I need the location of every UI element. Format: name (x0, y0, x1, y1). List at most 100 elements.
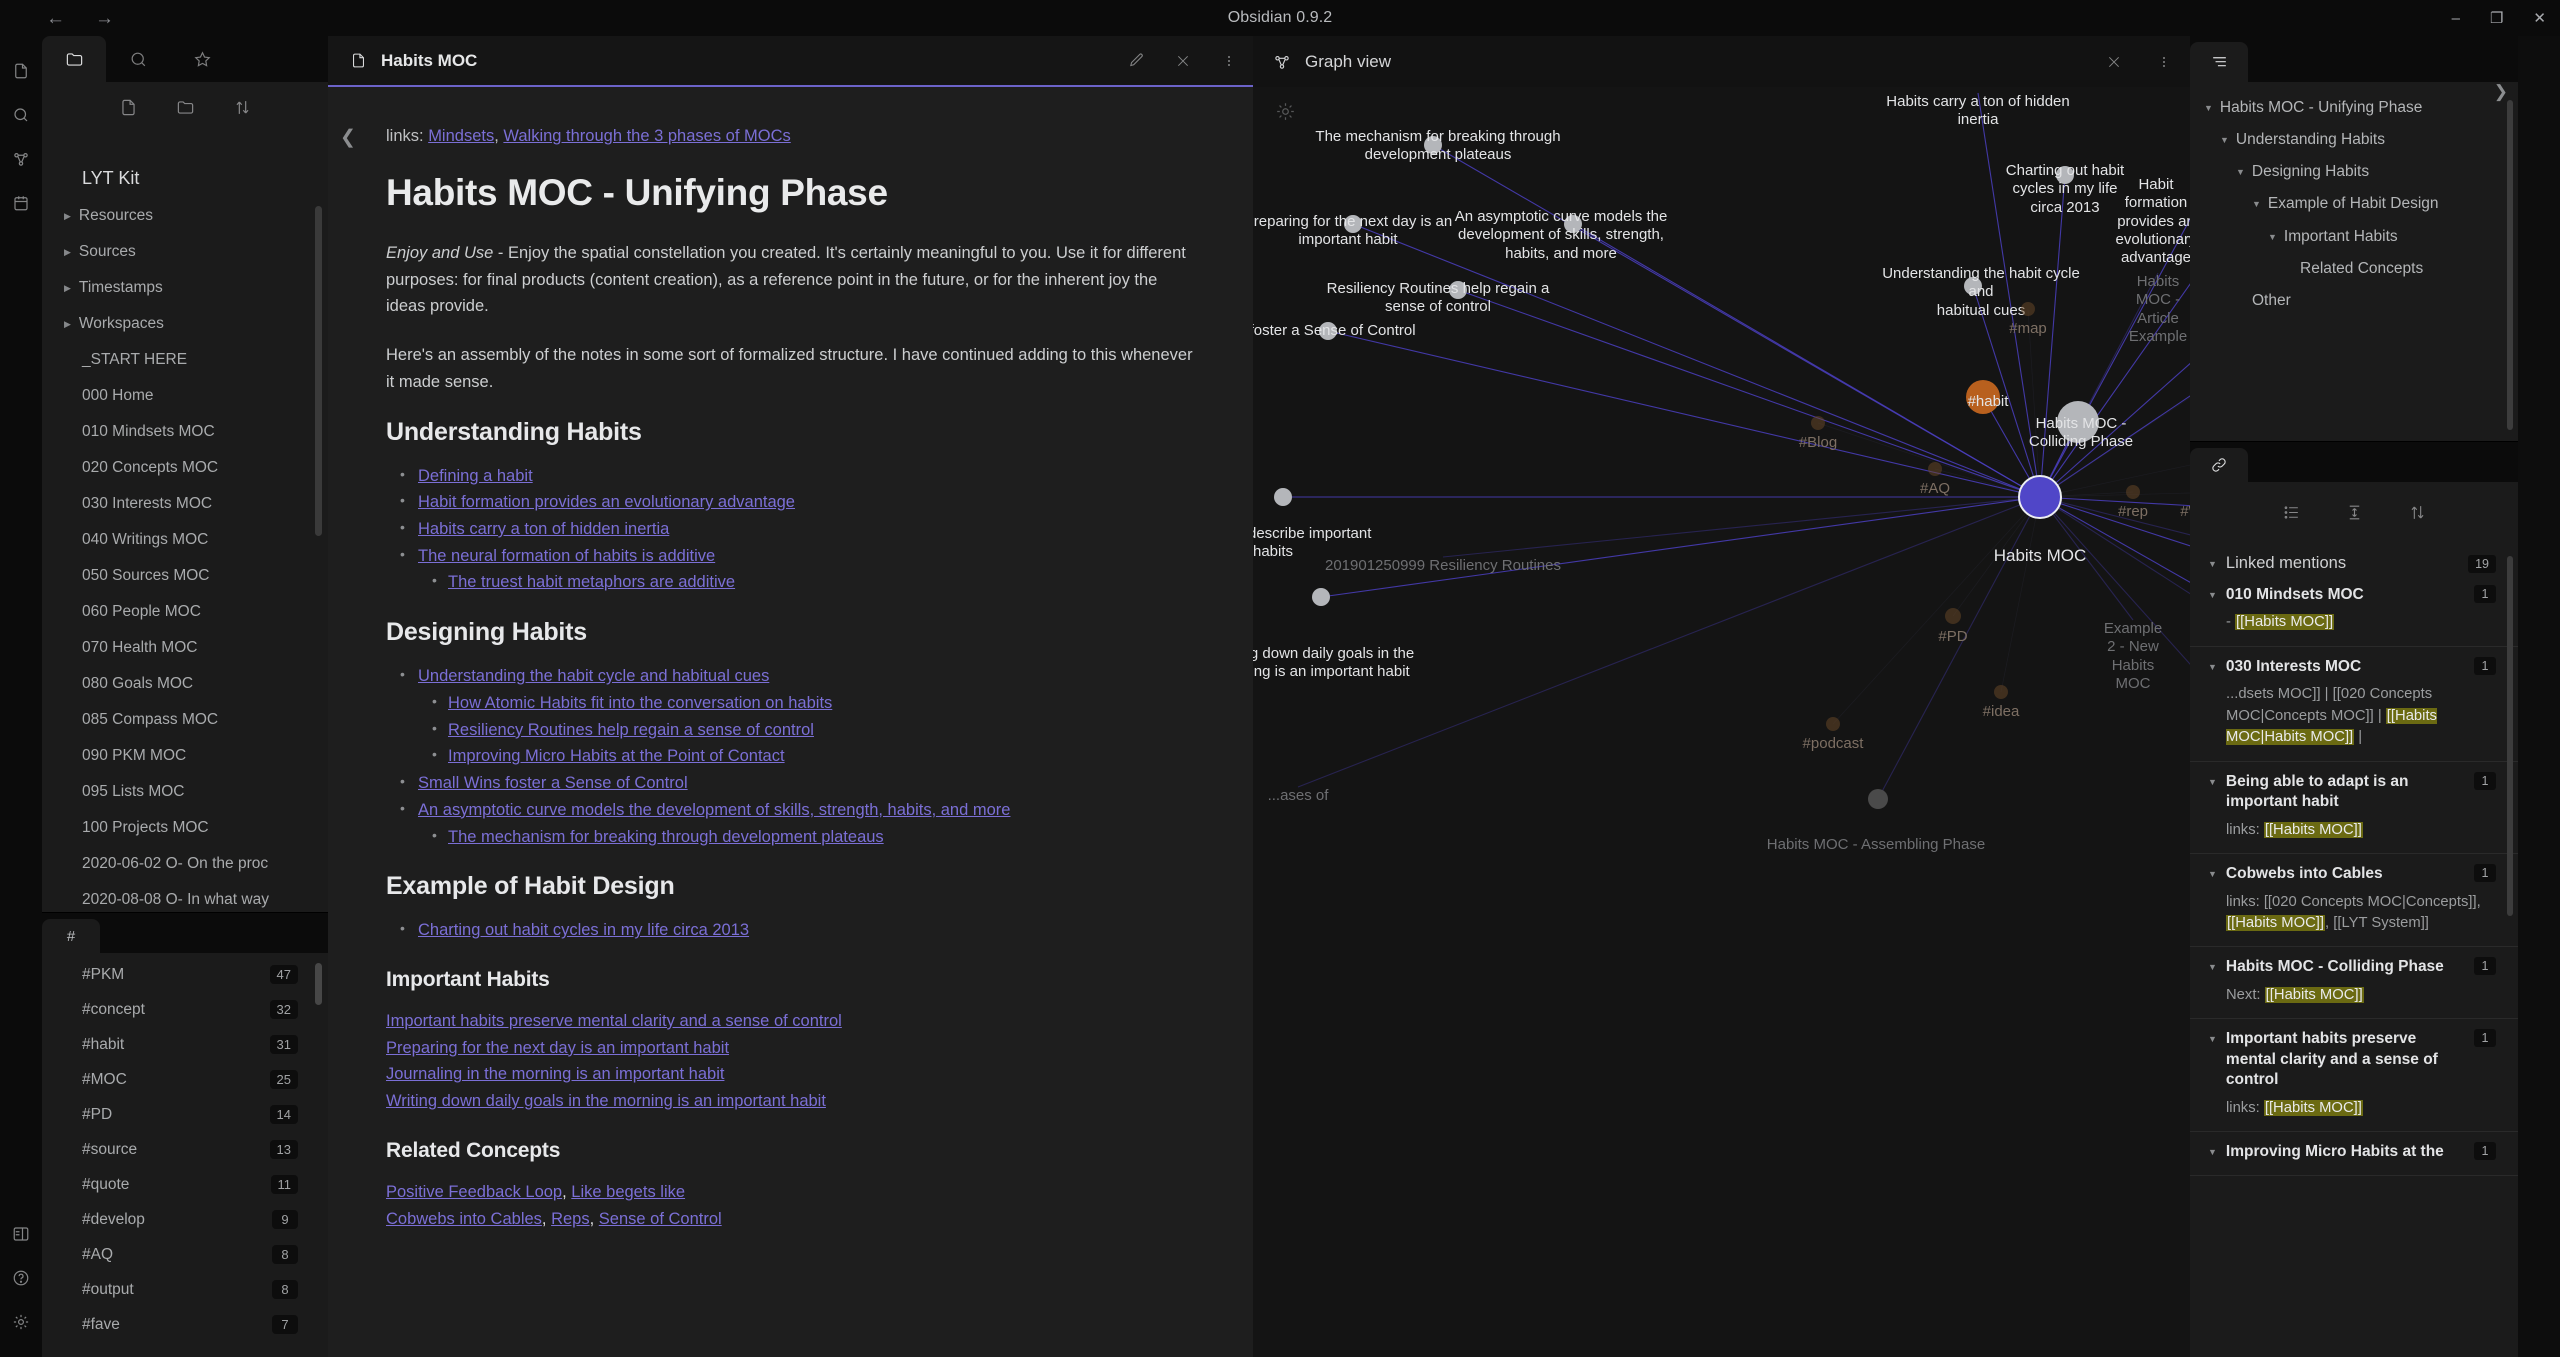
new-note-icon[interactable] (119, 98, 138, 117)
mention-title-row[interactable]: ▼ 010 Mindsets MOC 1 (2208, 585, 2496, 605)
graph-node[interactable] (1966, 380, 2000, 414)
internal-link[interactable]: Sense of Control (599, 1210, 722, 1228)
file-item[interactable]: 100 Projects MOC (42, 810, 328, 846)
graph-node[interactable] (2126, 485, 2140, 499)
open-sidebar-icon[interactable] (12, 1225, 30, 1243)
tab-tags[interactable]: # (42, 919, 100, 953)
mention-groups[interactable]: ▼ 010 Mindsets MOC 1 - [[Habits MOC]] ▼ 030 I… (2190, 585, 2518, 1176)
file-item[interactable]: 040 Writings MOC (42, 522, 328, 558)
internal-link[interactable]: Habit formation provides an evolutionary… (418, 493, 795, 511)
graph-node[interactable] (1868, 789, 1888, 809)
file-list[interactable]: ▶ Resources ▶ Sources ▶ Timestamps ▶ Workspaces… (42, 198, 328, 948)
internal-link[interactable]: The truest habit metaphors are additive (448, 573, 735, 591)
internal-link[interactable]: Resiliency Routines help regain a sense … (448, 721, 814, 739)
graph-node[interactable] (1319, 322, 1337, 340)
graph-node[interactable] (1424, 136, 1442, 154)
tab-search[interactable] (106, 36, 170, 82)
close-icon[interactable] (2106, 54, 2122, 70)
outline-item[interactable]: ▼ Important Habits (2190, 221, 2518, 253)
graph-node[interactable] (2057, 401, 2099, 443)
settings-gear-icon[interactable] (12, 1313, 30, 1331)
related-concepts-links[interactable]: Positive Feedback Loop, Like begets like… (386, 1179, 1195, 1232)
file-item[interactable]: 090 PKM MOC (42, 738, 328, 774)
create-note-icon[interactable] (12, 62, 30, 80)
collapse-results-icon[interactable] (2345, 503, 2364, 522)
tab-backlinks[interactable] (2190, 448, 2248, 482)
outline-list[interactable]: ▼ Habits MOC - Unifying Phase ▼ Understandi… (2190, 92, 2518, 437)
important-habits-links[interactable]: Important habits preserve mental clarity… (386, 1008, 1195, 1115)
folder-item[interactable]: ▶ Sources (42, 234, 328, 270)
tab-file-explorer[interactable] (42, 36, 106, 82)
graph-node[interactable] (1811, 416, 1825, 430)
internal-link[interactable]: Defining a habit (418, 467, 533, 485)
tag-row[interactable]: #output 8 (42, 1272, 328, 1307)
internal-link[interactable]: Charting out habit cycles in my life cir… (418, 921, 749, 939)
graph-tab[interactable]: Graph view (1273, 52, 1391, 72)
outline-item[interactable]: Other (2190, 285, 2518, 317)
internal-link[interactable]: Important habits preserve mental clarity… (386, 1012, 842, 1030)
file-item[interactable]: 085 Compass MOC (42, 702, 328, 738)
sort-icon[interactable] (2408, 503, 2427, 522)
graph-node-active[interactable] (2018, 475, 2062, 519)
file-item[interactable]: _START HERE (42, 342, 328, 378)
tag-list[interactable]: #PKM 47 #concept 32 #habit 31 #MOC 25 #PD 14 #sour… (42, 957, 328, 1342)
graph-node[interactable] (1945, 608, 1961, 624)
graph-canvas[interactable]: Habits carry a ton of hidden inertiaDefi… (1253, 87, 2190, 1357)
tag-list-scrollbar[interactable] (315, 963, 322, 1005)
internal-link[interactable]: Preparing for the next day is an importa… (386, 1039, 729, 1057)
internal-link[interactable]: Mindsets (428, 127, 494, 145)
file-item[interactable]: 2020-06-02 O- On the proc (42, 846, 328, 882)
linked-mentions-header[interactable]: ▼ Linked mentions 19 (2190, 548, 2518, 585)
internal-link[interactable]: Improving Micro Habits at the Point of C… (448, 747, 785, 765)
folder-item[interactable]: ▶ Resources (42, 198, 328, 234)
outline-item[interactable]: ▼ Understanding Habits (2190, 124, 2518, 156)
mentions-scrollbar[interactable] (2507, 556, 2513, 916)
search-icon[interactable] (12, 106, 30, 124)
graph-node[interactable] (1928, 462, 1942, 476)
internal-link[interactable]: An asymptotic curve models the developme… (418, 801, 1010, 819)
folder-item[interactable]: ▶ Workspaces (42, 306, 328, 342)
graph-node[interactable] (1344, 215, 1362, 233)
internal-link[interactable]: The neural formation of habits is additi… (418, 547, 715, 565)
internal-link[interactable]: Understanding the habit cycle and habitu… (418, 667, 769, 685)
tag-row[interactable]: #concept 32 (42, 992, 328, 1027)
tag-row[interactable]: #PKM 47 (42, 957, 328, 992)
tag-row[interactable]: #develop 9 (42, 1202, 328, 1237)
tag-row[interactable]: #habit 31 (42, 1027, 328, 1062)
internal-link[interactable]: Cobwebs into Cables (386, 1210, 542, 1228)
outline-scrollbar[interactable] (2507, 100, 2513, 430)
mention-title-row[interactable]: ▼ Important habits preserve mental clarit… (2208, 1029, 2496, 1090)
graph-node[interactable] (1994, 685, 2008, 699)
editor-tab[interactable]: Habits MOC (350, 51, 477, 71)
tag-row[interactable]: #source 13 (42, 1132, 328, 1167)
internal-link[interactable]: Walking through the 3 phases of MOCs (503, 127, 790, 145)
tag-row[interactable]: #fave 7 (42, 1307, 328, 1342)
mention-title-row[interactable]: ▼ Cobwebs into Cables 1 (2208, 864, 2496, 884)
minimize-button[interactable]: – (2452, 11, 2460, 26)
graph-node[interactable] (2021, 302, 2035, 316)
internal-link[interactable]: Writing down daily goals in the morning … (386, 1092, 826, 1110)
graph-settings-gear-icon[interactable] (1275, 101, 1296, 122)
internal-link[interactable]: Small Wins foster a Sense of Control (418, 774, 688, 792)
outline-item[interactable]: Related Concepts (2190, 253, 2518, 285)
internal-link[interactable]: Habits carry a ton of hidden inertia (418, 520, 669, 538)
outline-item[interactable]: ▼ Habits MOC - Unifying Phase (2190, 92, 2518, 124)
internal-link[interactable]: Reps (551, 1210, 590, 1228)
file-item[interactable]: 060 People MOC (42, 594, 328, 630)
new-folder-icon[interactable] (176, 98, 195, 117)
file-item[interactable]: 030 Interests MOC (42, 486, 328, 522)
collapse-left-sidebar-icon[interactable]: ❮ (340, 126, 356, 149)
tag-row[interactable]: #PD 14 (42, 1097, 328, 1132)
more-options-icon[interactable] (2156, 54, 2172, 70)
file-item[interactable]: 080 Goals MOC (42, 666, 328, 702)
file-list-scrollbar[interactable] (315, 206, 322, 536)
mention-title-row[interactable]: ▼ Being able to adapt is an important hab… (2208, 771, 2496, 813)
outline-item[interactable]: ▼ Example of Habit Design (2190, 188, 2518, 220)
graph-node[interactable] (1312, 588, 1330, 606)
close-icon[interactable] (1175, 53, 1191, 69)
mention-title-row[interactable]: ▼ 030 Interests MOC 1 (2208, 656, 2496, 677)
graph-node[interactable] (1964, 277, 1982, 295)
graph-node[interactable] (1826, 717, 1840, 731)
graph-node[interactable] (1564, 215, 1582, 233)
file-item[interactable]: 020 Concepts MOC (42, 450, 328, 486)
